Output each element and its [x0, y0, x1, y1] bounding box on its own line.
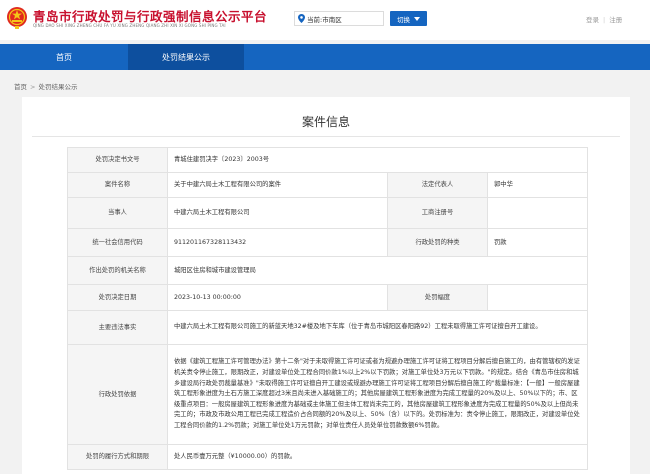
punish-type-value: 罚款 — [486, 228, 589, 257]
credit-code-label: 统一社会信用代码 — [67, 228, 168, 257]
case-name-value: 关于中建六局土木工程有限公司的案件 — [167, 172, 388, 198]
authority-label: 作出处罚的机关名称 — [67, 256, 168, 285]
register-link[interactable]: 注册 — [609, 16, 622, 24]
table-row: 案件名称 关于中建六局土木工程有限公司的案件 法定代表人 郭中华 — [67, 172, 589, 198]
switch-region-label: 切换 — [397, 15, 410, 24]
decision-no-label: 处罚决定书文号 — [67, 147, 168, 173]
account-links: 登录 | 注册 — [586, 14, 622, 24]
case-name-label: 案件名称 — [67, 172, 168, 198]
main-nav: 首页 处罚结果公示 — [0, 44, 650, 70]
credit-code-value: 911201167328113432 — [167, 228, 388, 257]
switch-region-button[interactable]: 切换 — [390, 11, 427, 26]
link-divider: | — [603, 16, 606, 24]
basis-value: 依据《建筑工程施工许可管理办法》第十二条"对于未取得施工许可证或者为规避办理施工… — [166, 344, 589, 445]
range-value — [486, 284, 589, 311]
biz-reg-value — [486, 197, 589, 229]
table-row: 处罚决定日期 2023-10-13 00:00:00 处罚幅度 — [67, 284, 589, 311]
region-selector[interactable]: 当前:市南区 — [294, 11, 384, 26]
case-panel: 案件信息 处罚决定书文号 青城住建罚决字〔2023〕2003号 案件名称 关于中… — [22, 97, 630, 474]
legal-rep-value: 郭中华 — [486, 172, 589, 198]
location-pin-icon — [298, 14, 305, 23]
legal-rep-label: 法定代表人 — [387, 172, 488, 198]
breadcrumb: 首页 > 处罚结果公示 — [14, 81, 77, 91]
table-row: 当事人 中建六局土木工程有限公司 工商注册号 — [67, 197, 589, 229]
nav-home[interactable]: 首页 — [0, 44, 128, 70]
party-label: 当事人 — [67, 197, 168, 229]
perform-label: 处罚的履行方式和期限 — [67, 444, 168, 470]
panel-divider — [32, 136, 620, 137]
region-value: 当前:市南区 — [307, 15, 342, 24]
nav-penalty-results[interactable]: 处罚结果公示 — [128, 44, 244, 70]
case-info-table: 处罚决定书文号 青城住建罚决字〔2023〕2003号 案件名称 关于中建六局土木… — [67, 147, 589, 470]
basis-label: 行政处罚依据 — [67, 344, 168, 445]
breadcrumb-current: 处罚结果公示 — [38, 83, 78, 91]
date-value: 2023-10-13 00:00:00 — [167, 284, 388, 311]
breadcrumb-home[interactable]: 首页 — [14, 83, 27, 91]
authority-value: 城阳区住房和城市建设管理局 — [166, 256, 589, 285]
table-row: 处罚的履行方式和期限 处人民币壹万元整（¥10000.00）的罚款。 — [67, 444, 589, 470]
table-row: 作出处罚的机关名称 城阳区住房和城市建设管理局 — [67, 256, 589, 285]
breadcrumb-separator: > — [30, 83, 36, 91]
biz-reg-label: 工商注册号 — [387, 197, 488, 229]
caret-down-icon — [414, 16, 420, 21]
table-row: 处罚决定书文号 青城住建罚决字〔2023〕2003号 — [67, 147, 589, 173]
panel-title: 案件信息 — [301, 115, 350, 129]
table-row: 行政处罚依据 依据《建筑工程施工许可管理办法》第十二条"对于未取得施工许可证或者… — [67, 344, 589, 445]
national-emblem-icon — [7, 7, 27, 29]
login-link[interactable]: 登录 — [586, 16, 599, 24]
table-row: 主要违法事实 中建六局土木工程有限公司施工的新蓝天地32#楼及地下车库（位于青岛… — [67, 310, 589, 345]
date-label: 处罚决定日期 — [67, 284, 168, 311]
party-value: 中建六局土木工程有限公司 — [167, 197, 388, 229]
facts-value: 中建六局土木工程有限公司施工的新蓝天地32#楼及地下车库（位于青岛市城阳区春阳路… — [166, 310, 589, 345]
site-header: 青岛市行政处罚与行政强制信息公示平台 QING DAO SHI XING ZHE… — [0, 0, 650, 40]
decision-no-value: 青城住建罚决字〔2023〕2003号 — [166, 147, 589, 173]
range-label: 处罚幅度 — [387, 284, 488, 311]
perform-value: 处人民币壹万元整（¥10000.00）的罚款。 — [166, 444, 589, 470]
table-row: 统一社会信用代码 911201167328113432 行政处罚的种类 罚款 — [67, 228, 589, 257]
site-pinyin: QING DAO SHI XING ZHENG CHU FA YU XING Z… — [33, 23, 226, 28]
facts-label: 主要违法事实 — [67, 310, 168, 345]
punish-type-label: 行政处罚的种类 — [387, 228, 488, 257]
